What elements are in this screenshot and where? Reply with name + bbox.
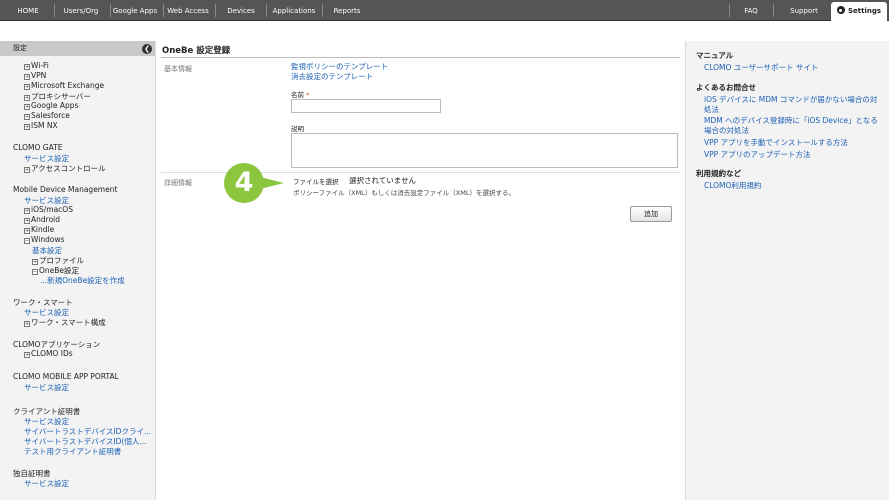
sidebar-item-exchange[interactable]: + Microsoft Exchange xyxy=(24,81,104,90)
faq-link-vpp-update[interactable]: VPP アプリのアップデート方法 xyxy=(704,150,884,160)
sidebar-item-own-cert-service[interactable]: サービス設定 xyxy=(24,478,69,489)
main-content: OneBe 設定登録 基本情報 監視ポリシーのテンプレート 消去設定のテンプレー… xyxy=(156,41,685,500)
sidebar-item-android[interactable]: + Android xyxy=(24,215,60,224)
name-input[interactable] xyxy=(291,99,441,113)
nav-separator xyxy=(54,4,55,17)
sidebar-header: 設定 ❮ xyxy=(0,41,155,56)
sidebar-item-portal-service[interactable]: サービス設定 xyxy=(24,382,69,393)
top-navigation-bar: HOME Users/Org Google Apps Web Access De… xyxy=(0,0,889,21)
title-divider xyxy=(161,57,680,58)
nav-faq[interactable]: FAQ xyxy=(734,0,768,21)
add-button[interactable]: 追加 xyxy=(630,206,672,222)
detail-info-label: 詳細情報 xyxy=(164,179,192,187)
manual-heading: マニュアル xyxy=(696,51,734,60)
file-status-text: 選択されていません xyxy=(349,176,417,185)
expand-icon: + xyxy=(24,218,30,224)
gear-icon xyxy=(836,6,845,14)
nav-separator xyxy=(773,4,774,17)
page-title: OneBe 設定登録 xyxy=(162,46,231,56)
nav-settings-tab[interactable]: Settings xyxy=(831,2,887,21)
faq-link-ios-device[interactable]: MDM へのデバイス登録時に「iOS Device」となる場合の対処法 xyxy=(704,116,884,136)
expand-icon: + xyxy=(24,84,30,90)
nav-reports[interactable]: Reports xyxy=(327,0,367,21)
sidebar-item-ios-macos[interactable]: + iOS/macOS xyxy=(24,205,73,214)
wipe-template-link[interactable]: 消去設定のテンプレート xyxy=(291,71,373,82)
sidebar-group-clomo-gate: CLOMO GATE xyxy=(13,143,63,152)
faq-link-vpp-install[interactable]: VPP アプリを手動でインストールする方法 xyxy=(704,138,884,148)
name-label: 名前 * xyxy=(291,91,310,99)
sidebar-item-kindle[interactable]: + Kindle xyxy=(24,225,54,234)
sidebar-group-mdm: Mobile Device Management xyxy=(13,185,118,194)
nav-users-org[interactable]: Users/Org xyxy=(58,0,104,21)
description-label: 説明 xyxy=(291,125,304,133)
nav-support[interactable]: Support xyxy=(780,0,828,21)
expand-icon: + xyxy=(24,74,30,80)
faq-link-ios-mdm[interactable]: iOS デバイスに MDM コマンドが届かない場合の対処法 xyxy=(704,95,884,115)
terms-heading: 利用規約など xyxy=(696,169,741,178)
user-support-site-link[interactable]: CLOMO ユーザーサポート サイト xyxy=(704,63,884,73)
sidebar-item-clomo-ids[interactable]: + CLOMO IDs xyxy=(24,349,73,358)
expand-icon: + xyxy=(24,114,30,120)
file-help-text: ポリシーファイル（XML）もしくは消去設定ファイル（XML）を選択する。 xyxy=(293,189,515,197)
faq-heading: よくあるお問合せ xyxy=(696,83,756,92)
collapse-icon: − xyxy=(32,269,38,275)
nav-separator xyxy=(729,4,730,17)
expand-icon: + xyxy=(24,104,30,110)
sidebar-item-salesforce[interactable]: + Salesforce xyxy=(24,111,70,120)
description-textarea[interactable] xyxy=(291,133,678,168)
nav-separator xyxy=(322,4,323,17)
nav-settings-label: Settings xyxy=(847,7,882,15)
expand-icon: + xyxy=(24,352,30,358)
collapse-icon: − xyxy=(24,238,30,244)
sidebar-item-work-smart-config[interactable]: + ワーク・スマート構成 xyxy=(24,317,106,328)
expand-icon: + xyxy=(24,167,30,173)
basic-info-label: 基本情報 xyxy=(164,65,192,73)
expand-icon: + xyxy=(24,228,30,234)
sidebar-item-test-cert[interactable]: テスト用クライアント証明書 xyxy=(24,446,121,457)
required-mark: * xyxy=(306,91,310,99)
sidebar-header-label: 設定 xyxy=(13,44,27,52)
nav-separator xyxy=(110,4,111,17)
nav-home[interactable]: HOME xyxy=(8,0,48,21)
nav-web-access[interactable]: Web Access xyxy=(166,0,210,21)
sidebar-group-app-portal: CLOMO MOBILE APP PORTAL xyxy=(13,372,119,381)
expand-icon: + xyxy=(24,124,30,130)
right-help-panel: マニュアル CLOMO ユーザーサポート サイト よくあるお問合せ iOS デバ… xyxy=(685,41,889,500)
nav-separator xyxy=(215,4,216,17)
choose-file-button[interactable]: ファイルを選択 xyxy=(293,176,339,186)
step-number-badge: 4 xyxy=(224,163,264,203)
sidebar-item-wifi[interactable]: + Wi-Fi xyxy=(24,61,49,70)
expand-icon: + xyxy=(24,321,30,327)
terms-link[interactable]: CLOMO利用規約 xyxy=(704,181,884,191)
collapse-sidebar-icon[interactable]: ❮ xyxy=(142,43,152,54)
expand-icon: + xyxy=(24,64,30,70)
sidebar-item-ism-nx[interactable]: + ISM NX xyxy=(24,121,58,130)
nav-separator xyxy=(266,4,267,17)
sidebar-item-vpn[interactable]: + VPN xyxy=(24,71,46,80)
nav-separator xyxy=(163,4,164,17)
sidebar-item-google-apps[interactable]: + Google Apps xyxy=(24,101,78,110)
nav-devices[interactable]: Devices xyxy=(220,0,262,21)
nav-applications[interactable]: Applications xyxy=(270,0,318,21)
sidebar-item-new-onebe[interactable]: ...新規OneBe設定を作成 xyxy=(40,275,125,286)
left-sidebar: 設定 ❮ + Wi-Fi + VPN + Microsoft Exchange + プロ… xyxy=(0,41,156,500)
sidebar-item-access-control[interactable]: + アクセスコントロール xyxy=(24,163,106,174)
sidebar-item-windows[interactable]: − Windows xyxy=(24,235,64,244)
expand-icon: + xyxy=(24,208,30,214)
nav-google-apps[interactable]: Google Apps xyxy=(112,0,158,21)
